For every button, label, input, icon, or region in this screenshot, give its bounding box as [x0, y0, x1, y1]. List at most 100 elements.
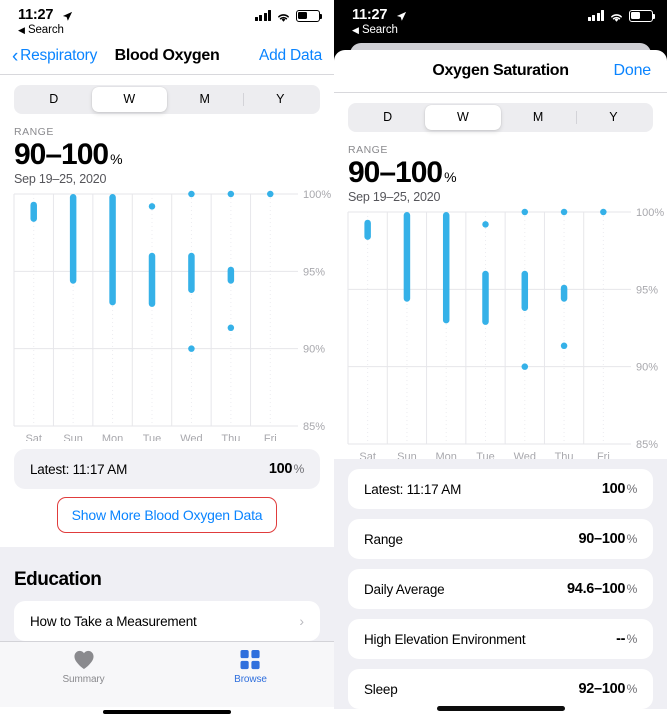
status-bar-right: 11:27 ◀ Search: [334, 0, 667, 38]
row-high-elevation-value: --%: [616, 631, 637, 648]
segment-week[interactable]: W: [91, 86, 167, 112]
range-caption-right: RANGE: [348, 143, 388, 156]
home-indicator-left[interactable]: [0, 709, 334, 714]
row-sleep-value: 92–100%: [578, 681, 638, 698]
row-range-label: Range: [364, 531, 403, 547]
education-item-how-to-take-a-measurement[interactable]: How to Take a Measurement ›: [14, 601, 320, 642]
svg-text:Mon: Mon: [436, 451, 457, 459]
chart-svg-left: 85% 90% 95% 100% Sat Sun Mon Tue Wed Thu Fri: [13, 189, 331, 441]
segment-week-right[interactable]: W: [425, 104, 501, 130]
range-header: RANGE 90–100% Sep 19–25, 2020: [0, 113, 334, 187]
education-title: Education: [14, 569, 102, 591]
detail-rows-list: Latest: 11:17 AM 100% Range 90–100% Dail…: [334, 459, 667, 710]
show-more-zone: Show More Blood Oxygen Data: [0, 489, 334, 548]
add-data-button[interactable]: Add Data: [259, 47, 322, 65]
svg-text:Sat: Sat: [25, 433, 42, 441]
chart-svg-right: 85% 90% 95% 100% Sat Sun Mon Tue Wed Thu Fri: [347, 207, 664, 459]
status-right-group-right: [587, 10, 656, 22]
section-gap: [0, 547, 334, 558]
screenshot-stage: 11:27 ◀ Search ‹ Respiratory Blood Oxyge…: [0, 0, 667, 720]
status-time-right: 11:27: [352, 6, 388, 23]
triangle-left-icon: ◀: [18, 25, 25, 35]
chevron-left-icon: ‹: [12, 45, 19, 67]
location-arrow-icon: [396, 9, 407, 21]
segment-day[interactable]: D: [16, 87, 92, 112]
segment-year-right[interactable]: Y: [575, 105, 651, 130]
svg-text:95%: 95%: [303, 266, 325, 278]
range-date-right: Sep 19–25, 2020: [348, 190, 441, 205]
grid-icon: [240, 650, 260, 670]
done-button[interactable]: Done: [614, 62, 652, 80]
left-phone-panel: 11:27 ◀ Search ‹ Respiratory Blood Oxyge…: [0, 0, 334, 720]
back-button-respiratory[interactable]: ‹ Respiratory: [12, 47, 97, 66]
svg-text:Fri: Fri: [264, 433, 277, 441]
tab-summary-label: Summary: [62, 674, 105, 686]
row-high-elevation-environment[interactable]: High Elevation Environment --%: [348, 619, 653, 660]
row-latest[interactable]: Latest: 11:17 AM 100%: [348, 469, 653, 510]
range-value: 90–100%: [14, 138, 320, 172]
row-range-value: 90–100%: [578, 531, 638, 548]
location-arrow-icon: [62, 9, 73, 21]
battery-icon: [629, 10, 656, 22]
triangle-left-icon: ◀: [352, 25, 359, 35]
right-phone-panel: 11:27 ◀ Search Oxygen Saturation Done D …: [334, 0, 667, 720]
row-range[interactable]: Range 90–100%: [348, 519, 653, 560]
time-range-segmented-control-right[interactable]: D W M Y: [348, 102, 653, 132]
home-indicator-right[interactable]: [334, 706, 667, 711]
range-caption: RANGE: [14, 125, 54, 138]
range-value-unit-right: %: [444, 168, 457, 185]
back-button-label: Respiratory: [20, 47, 98, 64]
range-value-number-right: 90–100: [348, 155, 443, 189]
svg-text:Sun: Sun: [397, 451, 417, 459]
range-date: Sep 19–25, 2020: [14, 172, 107, 187]
latest-label: Latest: 11:17 AM: [30, 461, 128, 477]
blood-oxygen-chart[interactable]: 85% 90% 95% 100% Sat Sun Mon Tue Wed Thu Fri: [0, 186, 334, 442]
latest-reading-card[interactable]: Latest: 11:17 AM 100%: [14, 449, 320, 490]
status-left-group: 11:27 ◀ Search: [18, 6, 73, 36]
range-value-number: 90–100: [14, 137, 109, 171]
segment-day-right[interactable]: D: [350, 105, 425, 130]
row-high-elevation-label: High Elevation Environment: [364, 631, 526, 647]
status-right-group: [254, 10, 323, 22]
row-daily-average[interactable]: Daily Average 94.6–100%: [348, 569, 653, 610]
tab-summary[interactable]: Summary: [0, 650, 167, 685]
range-value-unit: %: [110, 150, 123, 167]
status-back-to-search-right[interactable]: ◀ Search: [352, 24, 407, 36]
oxygen-saturation-sheet: Oxygen Saturation Done D W M Y RANGE 90–…: [334, 50, 667, 720]
status-back-label-right: Search: [361, 24, 398, 36]
heart-icon: [73, 651, 94, 670]
segmented-control-wrap-right: D W M Y: [334, 92, 667, 132]
svg-text:Fri: Fri: [597, 451, 610, 459]
education-section: Education How to Take a Measurement ›: [0, 557, 334, 642]
row-sleep[interactable]: Sleep 92–100%: [348, 669, 653, 710]
svg-text:100%: 100%: [636, 207, 664, 219]
show-more-blood-oxygen-data-button[interactable]: Show More Blood Oxygen Data: [56, 497, 278, 534]
status-left-group-right: 11:27 ◀ Search: [352, 6, 407, 36]
latest-value: 100%: [268, 461, 304, 478]
segment-year[interactable]: Y: [242, 87, 319, 112]
tab-browse[interactable]: Browse: [167, 650, 334, 685]
segment-month[interactable]: M: [167, 87, 243, 112]
svg-text:Wed: Wed: [180, 433, 202, 441]
svg-text:Thu: Thu: [221, 433, 240, 441]
status-bar-left: 11:27 ◀ Search: [0, 0, 334, 38]
row-daily-average-value: 94.6–100%: [567, 581, 637, 598]
chevron-right-icon: ›: [299, 613, 304, 630]
svg-text:85%: 85%: [303, 421, 325, 433]
range-header-right: RANGE 90–100% Sep 19–25, 2020: [334, 131, 667, 205]
oxygen-saturation-chart[interactable]: 85% 90% 95% 100% Sat Sun Mon Tue Wed Thu Fri: [334, 204, 667, 460]
sheet-navigation-bar: Oxygen Saturation Done: [334, 50, 667, 92]
latest-card-zone: Latest: 11:17 AM 100%: [0, 441, 334, 490]
wifi-icon: [609, 10, 624, 22]
education-item-label: How to Take a Measurement: [30, 613, 197, 629]
row-sleep-label: Sleep: [364, 681, 398, 697]
svg-text:Thu: Thu: [555, 451, 574, 459]
svg-text:Sun: Sun: [63, 433, 83, 441]
svg-text:100%: 100%: [303, 189, 331, 201]
row-daily-average-label: Daily Average: [364, 581, 445, 597]
time-range-segmented-control[interactable]: D W M Y: [14, 84, 320, 114]
svg-text:Mon: Mon: [102, 433, 123, 441]
segment-month-right[interactable]: M: [501, 105, 576, 130]
status-back-to-search[interactable]: ◀ Search: [18, 24, 73, 36]
cellular-bars-icon: [254, 10, 271, 22]
